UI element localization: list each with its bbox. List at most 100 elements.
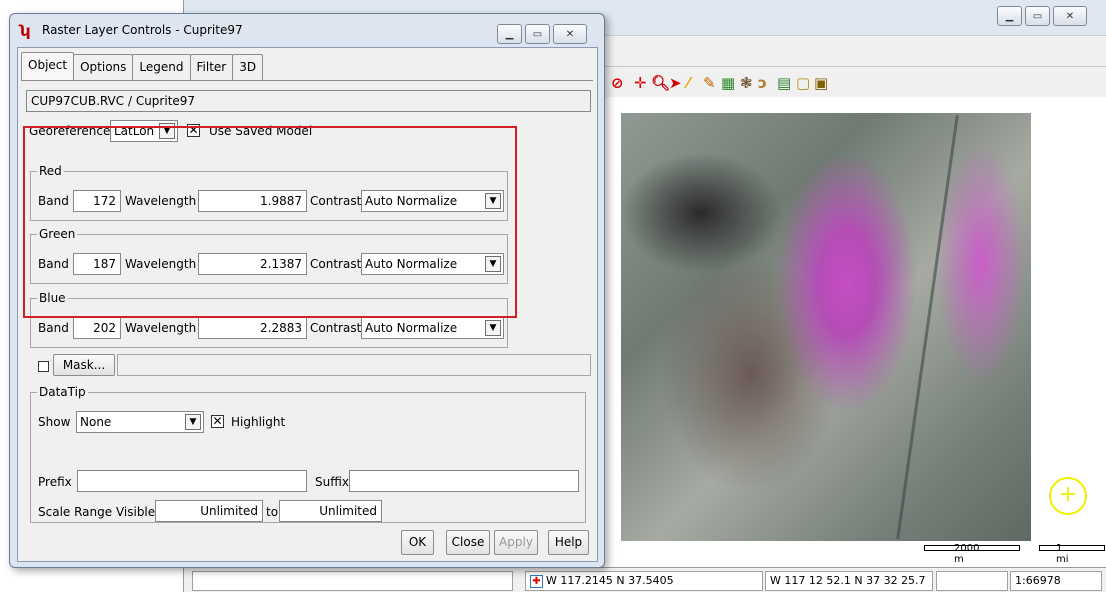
scale-min-input[interactable]: Unlimited [155,500,263,522]
dialog-body: Object Options Legend Filter 3D CUP97CUB… [17,47,598,562]
dialog-maximize-button[interactable]: ▭ [525,24,550,44]
green-contrast-value: Auto Normalize [365,257,458,271]
scale-label-imperial: 1 mi [1056,543,1069,565]
tab-panel-divider [21,80,593,81]
prefix-label: Prefix [38,475,72,489]
chevron-down-icon: ▼ [485,320,501,336]
close-button[interactable]: Close [446,530,490,555]
map-maximize-button[interactable]: ▭ [1025,6,1050,26]
scale-bar-imperial-segment [1039,545,1105,551]
red-contrast-label: Contrast [310,194,362,208]
status-decimal-coords: ✚ W 117.2145 N 37.5405 [525,571,763,591]
scale-label-metric: 2000 m [954,543,980,565]
blue-contrast-value: Auto Normalize [365,321,458,335]
blue-band-label: Band [38,321,69,335]
box-icon[interactable]: ▢ [796,75,810,91]
map-close-button[interactable]: ✕ [1053,6,1087,26]
highlight-label: Highlight [231,415,286,429]
cuprite-raster-image [621,113,1031,541]
datatip-show-select[interactable]: None ▼ [76,411,204,433]
locate-marker-icon[interactable]: ✚ [530,574,543,588]
green-band-label: Band [38,257,69,271]
select-icon[interactable]: ❃ [740,75,753,91]
prefix-input[interactable] [77,470,307,492]
tab-object[interactable]: Object [21,52,75,80]
dialog-close-button[interactable]: ✕ [553,24,587,44]
pointer-icon[interactable]: ➤ [669,75,682,91]
blue-band-input[interactable]: 202 [73,317,121,339]
highlight-checkbox[interactable]: ✕ [211,415,224,428]
chevron-down-icon: ▼ [485,193,501,209]
green-contrast-select[interactable]: Auto Normalize ▼ [361,253,504,275]
tab-3d[interactable]: 3D [232,54,264,80]
zoom-target-icon[interactable]: + [1049,477,1087,515]
chevron-down-icon: ▼ [485,256,501,272]
scale-range-label: Scale Range Visible [38,505,156,519]
mask-checkbox[interactable] [38,361,49,372]
map-minimize-button[interactable]: ▁ [997,6,1022,26]
green-wavelength-label: Wavelength [125,257,197,271]
red-wavelength-input[interactable]: 1.9887 [198,190,307,212]
use-saved-model-checkbox[interactable]: ✕ [187,124,200,137]
red-band-label: Band [38,194,69,208]
no-entry-icon[interactable]: ⊘ [611,75,624,91]
dialog-title: Raster Layer Controls - Cuprite97 [42,23,243,37]
blue-wavelength-input[interactable]: 2.2883 [198,317,307,339]
mask-row-divider [117,354,591,376]
layers-icon[interactable]: ▦ [721,75,735,91]
georeference-select[interactable]: LatLon ▼ [110,120,178,142]
edit-icon[interactable]: ✎ [703,75,716,91]
green-wavelength-input[interactable]: 2.1387 [198,253,307,275]
object-path-field: CUP97CUB.RVC / Cuprite97 [26,90,591,112]
blue-wavelength-label: Wavelength [125,321,197,335]
tab-options[interactable]: Options [73,54,134,80]
tab-legend[interactable]: Legend [132,54,191,80]
tab-filter[interactable]: Filter [189,54,234,80]
dialog-tabs: Object Options Legend Filter 3D [21,52,264,80]
red-band-input[interactable]: 172 [73,190,121,212]
chart-icon[interactable]: ▤ [777,75,791,91]
lasso-icon[interactable]: ↄ [758,75,767,91]
table-icon[interactable]: ▣ [814,75,828,91]
suffix-label: Suffix [315,475,349,489]
raster-ridge-line [896,114,959,540]
georeference-select-value: LatLon [114,124,155,138]
raster-layer-controls-dialog: ʮ Raster Layer Controls - Cuprite97 ▁ ▭ … [9,13,605,568]
green-contrast-label: Contrast [310,257,362,271]
apply-button[interactable]: Apply [494,530,538,555]
datatip-show-value: None [80,415,112,429]
pan-icon[interactable]: ✛ [634,75,647,91]
blue-contrast-select[interactable]: Auto Normalize ▼ [361,317,504,339]
scale-to-label: to [266,505,279,519]
ok-button[interactable]: OK [401,530,434,555]
chevron-down-icon: ▼ [159,123,175,139]
blue-contrast-label: Contrast [310,321,362,335]
datatip-title: DataTip [37,384,88,400]
status-dms-coords: W 117 12 52.1 N 37 32 25.7 [765,571,933,591]
green-channel-title: Green [37,226,78,242]
red-contrast-value: Auto Normalize [365,194,458,208]
status-decimal-coords-text: W 117.2145 N 37.5405 [546,574,674,587]
chevron-down-icon: ▼ [185,414,201,430]
green-band-input[interactable]: 187 [73,253,121,275]
blue-channel-title: Blue [37,290,68,306]
dialog-titlebar[interactable]: ʮ Raster Layer Controls - Cuprite97 ▁ ▭ … [10,14,604,47]
use-saved-model-label: Use Saved Model [209,124,313,138]
help-button[interactable]: Help [548,530,589,555]
status-map-scale: 1:66978 [1010,571,1102,591]
status-blank-field [936,571,1008,591]
dialog-minimize-button[interactable]: ▁ [497,24,522,44]
tntmips-app-icon: ʮ [20,22,31,40]
measure-icon[interactable]: ⁄ [687,75,690,91]
mask-button[interactable]: Mask... [53,354,115,376]
map-statusbar: ✚ W 117.2145 N 37.5405 W 117 12 52.1 N 37… [184,567,1106,592]
zoom-icon[interactable]: 🔍︎ [651,75,670,91]
red-wavelength-label: Wavelength [125,194,197,208]
red-contrast-select[interactable]: Auto Normalize ▼ [361,190,504,212]
georeference-label: Georeference [29,124,111,138]
scale-max-input[interactable]: Unlimited [279,500,382,522]
datatip-show-label: Show [38,415,71,429]
status-empty-field [192,571,513,591]
red-channel-title: Red [37,163,64,179]
suffix-input[interactable] [349,470,579,492]
